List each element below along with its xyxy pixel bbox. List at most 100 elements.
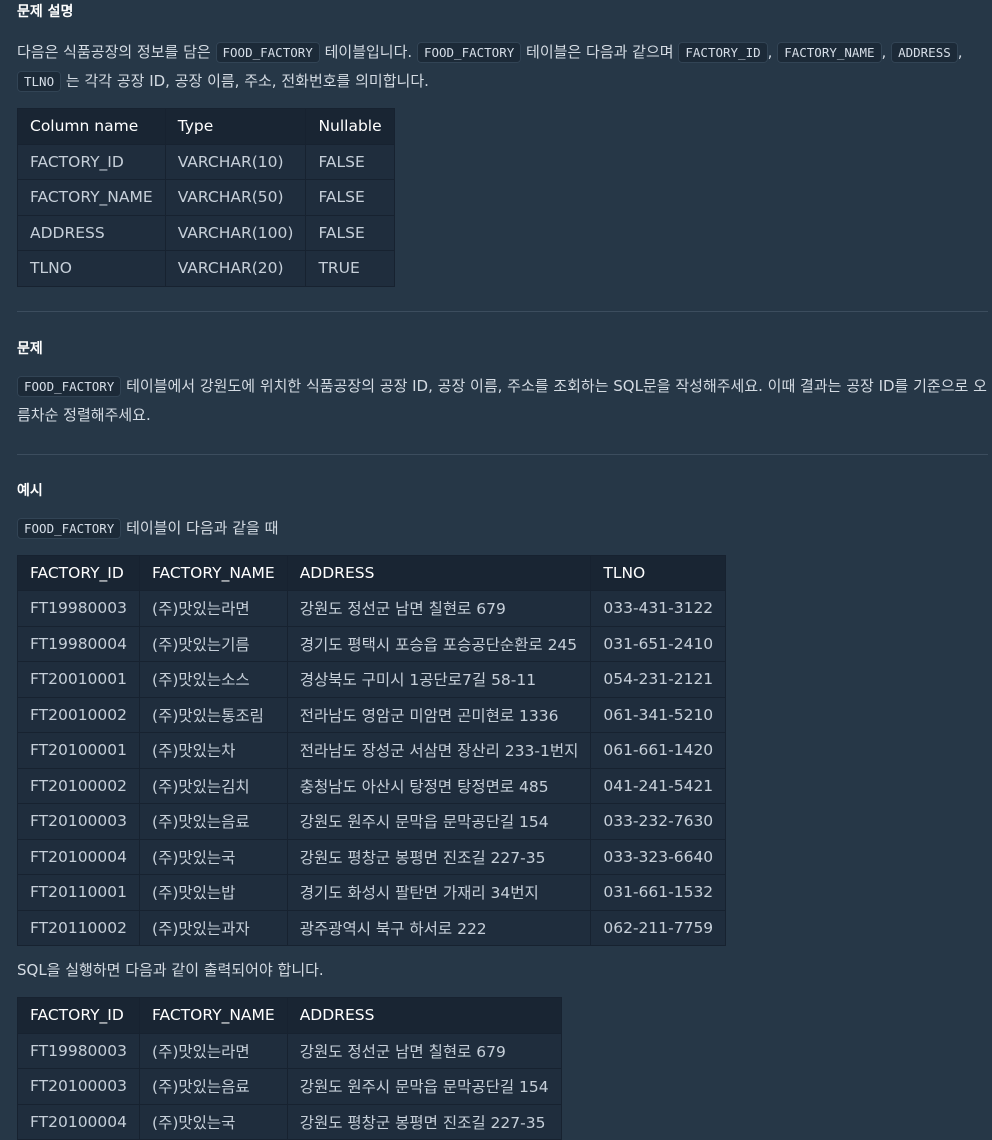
table-row: FT19980003 (주)맛있는라면 강원도 정선군 남면 칠현로 679 0… — [16, 590, 727, 627]
table-cell: 강원도 평창군 봉평면 진조길 227-35 — [286, 1103, 562, 1140]
example-input-table: FACTORY_ID FACTORY_NAME ADDRESS TLNO FT1… — [16, 554, 727, 946]
table-cell: (주)맛있는과자 — [139, 909, 288, 946]
table-cell: 061-341-5210 — [590, 696, 727, 733]
table-cell: (주)맛있는라면 — [139, 590, 288, 627]
comma: , — [881, 43, 887, 61]
table-cell: FALSE — [305, 143, 395, 180]
table-row: FT19980003 (주)맛있는라면 강원도 정선군 남면 칠현로 679 — [16, 1032, 562, 1069]
table-cell: 경기도 평택시 포승읍 포승공단순환로 245 — [286, 625, 592, 662]
code-factory-name: FACTORY_NAME — [777, 42, 882, 63]
table-cell: 강원도 정선군 남면 칠현로 679 — [286, 1032, 562, 1069]
table-cell: 광주광역시 북구 하서로 222 — [286, 909, 592, 946]
table-cell: FT20100004 — [16, 838, 141, 875]
column-header: Nullable — [305, 108, 395, 145]
description-heading: 문제 설명 — [17, 4, 74, 20]
code-food-factory-4: FOOD_FACTORY — [17, 517, 122, 539]
column-header: FACTORY_NAME — [139, 554, 288, 591]
problem-paragraph: FOOD_FACTORY 테이블에서 강원도에 위치한 식품공장의 공장 ID,… — [17, 372, 988, 430]
table-header-row: Column name Type Nullable — [17, 108, 395, 145]
table-cell: FT20100003 — [16, 1068, 141, 1105]
table-cell: 041-241-5421 — [590, 767, 727, 804]
desc-text-2: 테이블입니다. — [324, 43, 413, 61]
table-row: FACTORY_ID VARCHAR(10) FALSE — [17, 143, 395, 180]
table-cell: FT20010002 — [16, 696, 141, 733]
column-header: Type — [164, 108, 307, 145]
table-row: FT20100001 (주)맛있는차 전라남도 장성군 서삼면 장산리 233-… — [16, 732, 727, 769]
comma: , — [767, 43, 773, 61]
desc-text-4: 는 각각 공장 ID, 공장 이름, 주소, 전화번호를 의미합니다. — [65, 72, 429, 90]
table-row: FT20010002 (주)맛있는통조림 전라남도 영암군 미암면 곤미현로 1… — [16, 696, 727, 733]
table-cell: FACTORY_ID — [17, 143, 166, 180]
example-heading: 예시 — [17, 482, 43, 499]
table-cell: FT19980003 — [16, 1032, 141, 1069]
table-cell: 061-661-1420 — [590, 732, 727, 769]
comma: , — [957, 43, 963, 61]
table-cell: 054-231-2121 — [590, 661, 727, 698]
table-cell: 강원도 정선군 남면 칠현로 679 — [286, 590, 592, 627]
table-cell: 강원도 평창군 봉평면 진조길 227-35 — [286, 838, 592, 875]
table-row: FT20100003 (주)맛있는음료 강원도 원주시 문막읍 문막공단길 15… — [16, 803, 727, 840]
code-factory-id: FACTORY_ID — [678, 42, 768, 63]
column-header: FACTORY_ID — [16, 554, 141, 591]
column-header: ADDRESS — [286, 997, 562, 1034]
table-cell: FT20100003 — [16, 803, 141, 840]
table-cell: (주)맛있는소스 — [139, 661, 288, 698]
table-cell: 031-651-2410 — [590, 625, 727, 662]
table-cell: FT20100004 — [16, 1103, 141, 1140]
table-row: FACTORY_NAME VARCHAR(50) FALSE — [17, 179, 395, 216]
table-cell: 033-323-6640 — [590, 838, 727, 875]
section-divider — [17, 453, 988, 455]
table-cell: FT19980003 — [16, 590, 141, 627]
table-row: FT20100004 (주)맛있는국 강원도 평창군 봉평면 진조길 227-3… — [16, 1103, 562, 1140]
table-row: FT20100004 (주)맛있는국 강원도 평창군 봉평면 진조길 227-3… — [16, 838, 727, 875]
table-cell: VARCHAR(100) — [164, 214, 307, 251]
table-cell: 경상북도 구미시 1공단로7길 58-11 — [286, 661, 592, 698]
problem-heading: 문제 — [17, 340, 43, 357]
example-output-table: FACTORY_ID FACTORY_NAME ADDRESS FT199800… — [16, 997, 562, 1140]
description-paragraph: 다음은 식품공장의 정보를 담은 FOOD_FACTORY 테이블입니다. FO… — [17, 38, 988, 96]
table-cell: 강원도 원주시 문막읍 문막공단길 154 — [286, 803, 592, 840]
table-row: FT20110002 (주)맛있는과자 광주광역시 북구 하서로 222 062… — [16, 909, 727, 946]
table-cell: 033-431-3122 — [590, 590, 727, 627]
code-food-factory-3: FOOD_FACTORY — [17, 375, 122, 397]
table-cell: (주)맛있는음료 — [139, 1068, 288, 1105]
table-cell: (주)맛있는김치 — [139, 767, 288, 804]
desc-text-1: 다음은 식품공장의 정보를 담은 — [17, 43, 211, 61]
schema-table: Column name Type Nullable FACTORY_ID VAR… — [17, 108, 395, 287]
table-cell: FALSE — [305, 179, 395, 216]
example-intro: FOOD_FACTORY 테이블이 다음과 같을 때 — [17, 514, 988, 543]
table-cell: TLNO — [17, 250, 166, 287]
table-cell: ADDRESS — [17, 214, 166, 251]
table-header-row: FACTORY_ID FACTORY_NAME ADDRESS — [16, 997, 562, 1034]
result-intro: SQL을 실행하면 다음과 같이 출력되어야 합니다. — [17, 961, 324, 979]
table-cell: FT20110001 — [16, 874, 141, 911]
table-cell: VARCHAR(10) — [164, 143, 307, 180]
table-cell: FACTORY_NAME — [17, 179, 166, 216]
table-cell: (주)맛있는국 — [139, 838, 288, 875]
table-header-row: FACTORY_ID FACTORY_NAME ADDRESS TLNO — [16, 554, 727, 591]
desc-text-3: 테이블은 다음과 같으며 — [526, 43, 674, 61]
table-cell: (주)맛있는차 — [139, 732, 288, 769]
table-row: FT20010001 (주)맛있는소스 경상북도 구미시 1공단로7길 58-1… — [16, 661, 727, 698]
table-cell: 062-211-7759 — [590, 909, 727, 946]
table-row: FT20100002 (주)맛있는김치 충청남도 아산시 탕정면 탕정면로 48… — [16, 767, 727, 804]
table-cell: FT20100002 — [16, 767, 141, 804]
table-cell: VARCHAR(20) — [164, 250, 307, 287]
table-cell: FT20110002 — [16, 909, 141, 946]
column-header: ADDRESS — [286, 554, 592, 591]
table-cell: 경기도 화성시 팔탄면 가재리 34번지 — [286, 874, 592, 911]
table-cell: (주)맛있는음료 — [139, 803, 288, 840]
table-cell: 충청남도 아산시 탕정면 탕정면로 485 — [286, 767, 592, 804]
table-cell: (주)맛있는라면 — [139, 1032, 288, 1069]
table-cell: (주)맛있는국 — [139, 1103, 288, 1140]
code-address: ADDRESS — [891, 42, 958, 63]
table-cell: 강원도 원주시 문막읍 문막공단길 154 — [286, 1068, 562, 1105]
table-cell: (주)맛있는기름 — [139, 625, 288, 662]
table-cell: 031-661-1532 — [590, 874, 727, 911]
table-cell: (주)맛있는밥 — [139, 874, 288, 911]
table-row: FT19980004 (주)맛있는기름 경기도 평택시 포승읍 포승공단순환로 … — [16, 625, 727, 662]
table-cell: 전라남도 장성군 서삼면 장산리 233-1번지 — [286, 732, 592, 769]
table-cell: (주)맛있는통조림 — [139, 696, 288, 733]
problem-description-panel: 문제 설명 다음은 식품공장의 정보를 담은 FOOD_FACTORY 테이블입… — [0, 0, 992, 1140]
table-cell: FT20100001 — [16, 732, 141, 769]
